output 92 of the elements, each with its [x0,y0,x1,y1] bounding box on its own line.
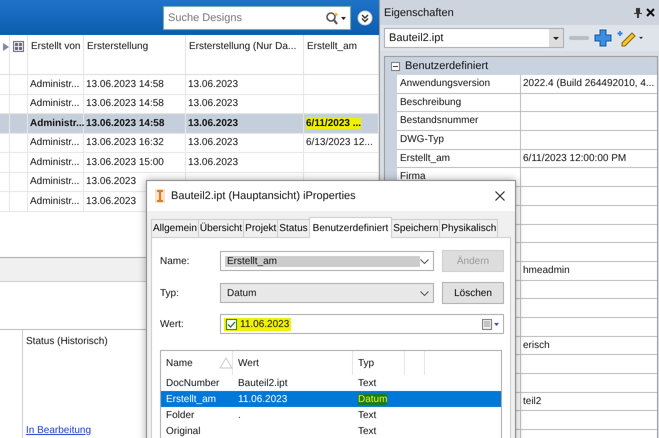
table-cell: 13.06.2023 14:58 [86,98,164,110]
close-icon[interactable] [646,8,655,17]
list-cell: Text [358,426,376,436]
date-value: 11.06.2023 [224,318,292,330]
property-row[interactable]: Beschreibung [397,94,657,112]
part-icon [155,189,165,203]
list-cell: Bauteil2.ipt [238,378,288,388]
list-cell: Text [358,410,376,420]
property-value: erisch [523,340,550,351]
column-header[interactable]: Erstellt von [31,41,80,52]
field-label: Wert: [160,318,185,330]
table-cell: 13.06.2023 14:58 [86,118,164,129]
collapse-icon[interactable] [391,62,400,70]
list-cell: . [238,410,241,420]
column-header[interactable]: Ersterstellung [87,41,148,52]
list-cell: Text [358,378,376,388]
column-header[interactable]: Ersterstellung (Nur Da... [189,41,296,52]
list-row[interactable]: Original Text [161,423,501,438]
delete-button[interactable]: Löschen [442,282,504,304]
property-name: Anwendungsversion [400,78,490,89]
table-cell: 6/11/2023 ... [306,118,362,129]
sort-icon [219,357,233,369]
property-row[interactable]: Erstellt_am 6/11/2023 12:00:00 PM [397,150,657,168]
table-cell: 13.06.2023 [188,156,238,168]
property-row[interactable]: Bestandsnummer [397,112,657,132]
search-field[interactable]: Suche Designs [163,6,351,30]
table-cell: 13.06.2023 [86,176,136,188]
property-value: 2022.4 (Build 264492010, 4... [523,78,654,89]
column-header: Status (Historisch) [26,336,108,346]
table-cell: 13.06.2023 [188,78,238,90]
table-cell: Administr... [30,78,80,90]
pin-icon[interactable] [634,8,642,18]
property-name: Erstellt_am [400,152,450,164]
list-cell: DocNumber [166,378,220,388]
property-value: 6/11/2023 12:00:00 PM [523,152,626,164]
group-label: Benutzerdefiniert [405,60,488,72]
table-cell: Administr... [30,118,84,129]
tab[interactable]: Allgemein [151,219,199,237]
property-name: Bestandsnummer [400,115,478,126]
property-value: teil2 [523,396,542,407]
table-cell: 13.06.2023 [86,196,136,207]
table-cell: Administr... [30,98,80,110]
table-row[interactable]: Administr... 13.06.2023 15:00 13.06.2023 [0,153,379,172]
date-field[interactable]: 11.06.2023 [220,314,504,334]
column-header[interactable]: Erstellt_am [307,41,358,52]
table-cell: 13.06.2023 15:00 [86,156,164,168]
table-row[interactable]: Administr... 13.06.2023 14:58 13.06.2023 [0,75,379,94]
panel-title: Eigenschaften [384,6,455,18]
grid-icon [13,41,24,52]
table-cell: 13.06.2023 [188,137,238,148]
tab[interactable]: Physikalisch [439,219,498,237]
list-cell: Datum [358,394,388,404]
table-cell: Administr... [30,156,80,168]
table-cell: 13.06.2023 [188,118,238,129]
column-header[interactable]: Typ [358,358,374,368]
property-row[interactable]: Anwendungsversion 2022.4 (Build 264492010, 4... [397,75,657,94]
edit-icon[interactable] [616,29,644,47]
list-cell: Folder [166,410,194,420]
table-cell: 13.06.2023 [188,98,238,110]
property-name: Beschreibung [400,96,462,108]
table-cell: 6/13/2023 12... [306,137,373,148]
property-value: hmeadmin [523,264,570,276]
field-label: Name: [160,256,190,266]
tab[interactable]: Benutzerdefiniert [308,217,392,238]
list-cell: Erstellt_am [166,394,216,404]
calendar-icon[interactable] [482,318,500,330]
dialog-title: Bauteil2.ipt (Hauptansicht) iProperties [171,190,357,202]
table-cell: 13.06.2023 16:32 [86,137,164,148]
field-label: Typ: [160,288,180,298]
checkbox[interactable] [226,318,237,330]
list-cell: Original [166,426,200,436]
file-dropdown[interactable]: Bauteil2.ipt [384,28,564,48]
column-header[interactable]: Wert [238,358,259,368]
plus-icon[interactable] [594,29,612,47]
list-cell: 11.06.2023 [238,394,288,404]
table-row[interactable]: Administr... 13.06.2023 16:32 13.06.2023 6/13/2023 12... [0,134,379,153]
table-row[interactable]: Administr...13.06.2023 14:58 13.06.2023 6/11/2023 ... [0,114,379,134]
list-row[interactable]: DocNumber Bauteil2.ipt Text [161,375,501,391]
list-row[interactable]: Erstellt_am 11.06.2023 Datum [161,391,501,407]
column-header[interactable]: Name [166,358,193,368]
table-cell: Administr... [30,196,80,207]
type-combo[interactable]: Datum [220,283,434,303]
property-name: Firma [400,171,426,182]
table-cell: 13.06.2023 14:58 [86,78,164,90]
property-name: DWG-Typ [400,134,444,146]
table-cell: Administr... [30,137,80,148]
search-icon[interactable] [325,10,347,24]
table-cell: Administr... [30,176,80,188]
status-link[interactable]: In Bearbeitung [26,425,92,436]
collapse-icon[interactable] [357,10,373,26]
property-row[interactable]: DWG-Typ [397,131,657,150]
close-button[interactable] [493,189,507,203]
